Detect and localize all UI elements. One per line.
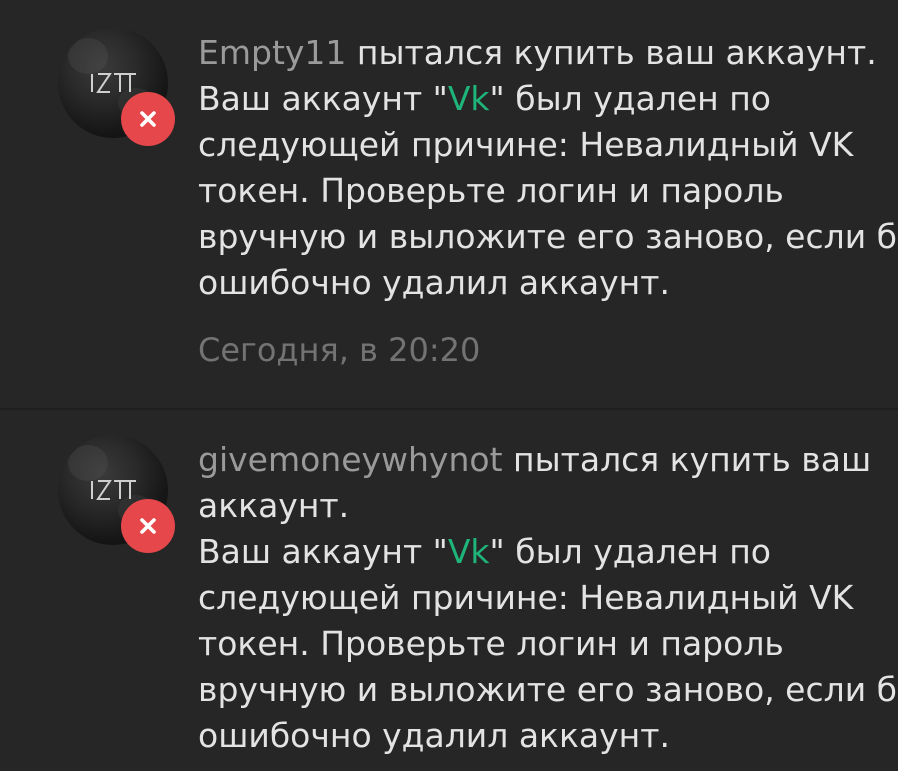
izc-logo-icon <box>91 73 136 93</box>
message-line: ошибочно удалил аккаунт. <box>198 716 670 755</box>
close-icon <box>140 111 156 127</box>
message-line: вручную и выложите его заново, если бот <box>198 217 898 256</box>
timestamp: Сегодня, в 20:20 <box>198 331 481 369</box>
account-name: Vk <box>447 532 490 571</box>
message-line: Ваш аккаунт "Vk" был удален по <box>198 529 898 575</box>
message-line: Ваш аккаунт "Vk" был удален по <box>198 76 898 122</box>
message-text: " был удален по <box>489 532 771 571</box>
message-line: вручную и выложите его заново, если бот <box>198 670 898 709</box>
avatar-wrapper <box>58 435 178 555</box>
notification-text: givemoneywhynot пытался купить ваш аккау… <box>198 437 898 759</box>
headline: Empty11 пытался купить ваш аккаунт. <box>198 30 898 76</box>
error-badge <box>121 92 175 146</box>
headline: givemoneywhynot пытался купить ваш <box>198 437 898 483</box>
notification-list: Empty11 пытался купить ваш аккаунт. Ваш … <box>0 0 898 771</box>
action-text: пытался купить ваш <box>502 440 872 479</box>
message-line: ошибочно удалил аккаунт. <box>198 263 670 302</box>
notification-item[interactable]: Empty11 пытался купить ваш аккаунт. Ваш … <box>0 0 898 409</box>
username-link[interactable]: Empty11 <box>198 33 346 72</box>
message-line: следующей причине: Невалидный VK <box>198 125 854 164</box>
action-text: пытался купить ваш аккаунт. <box>346 33 877 72</box>
message-text: Ваш аккаунт " <box>198 532 448 571</box>
account-name: Vk <box>447 79 490 118</box>
message-line: следующей причине: Невалидный VK <box>198 578 854 617</box>
username-link[interactable]: givemoneywhynot <box>198 440 503 479</box>
headline-cont: аккаунт. <box>198 486 350 525</box>
error-badge <box>121 499 175 553</box>
notification-item[interactable]: givemoneywhynot пытался купить ваш аккау… <box>0 409 898 771</box>
message-line: токен. Проверьте логин и пароль <box>198 624 784 663</box>
notification-text: Empty11 пытался купить ваш аккаунт. Ваш … <box>198 30 898 306</box>
close-icon <box>140 518 156 534</box>
avatar-wrapper <box>58 28 178 148</box>
message-line: токен. Проверьте логин и пароль <box>198 171 784 210</box>
izc-logo-icon <box>91 480 136 500</box>
message-text: " был удален по <box>489 79 771 118</box>
message-text: Ваш аккаунт " <box>198 79 448 118</box>
